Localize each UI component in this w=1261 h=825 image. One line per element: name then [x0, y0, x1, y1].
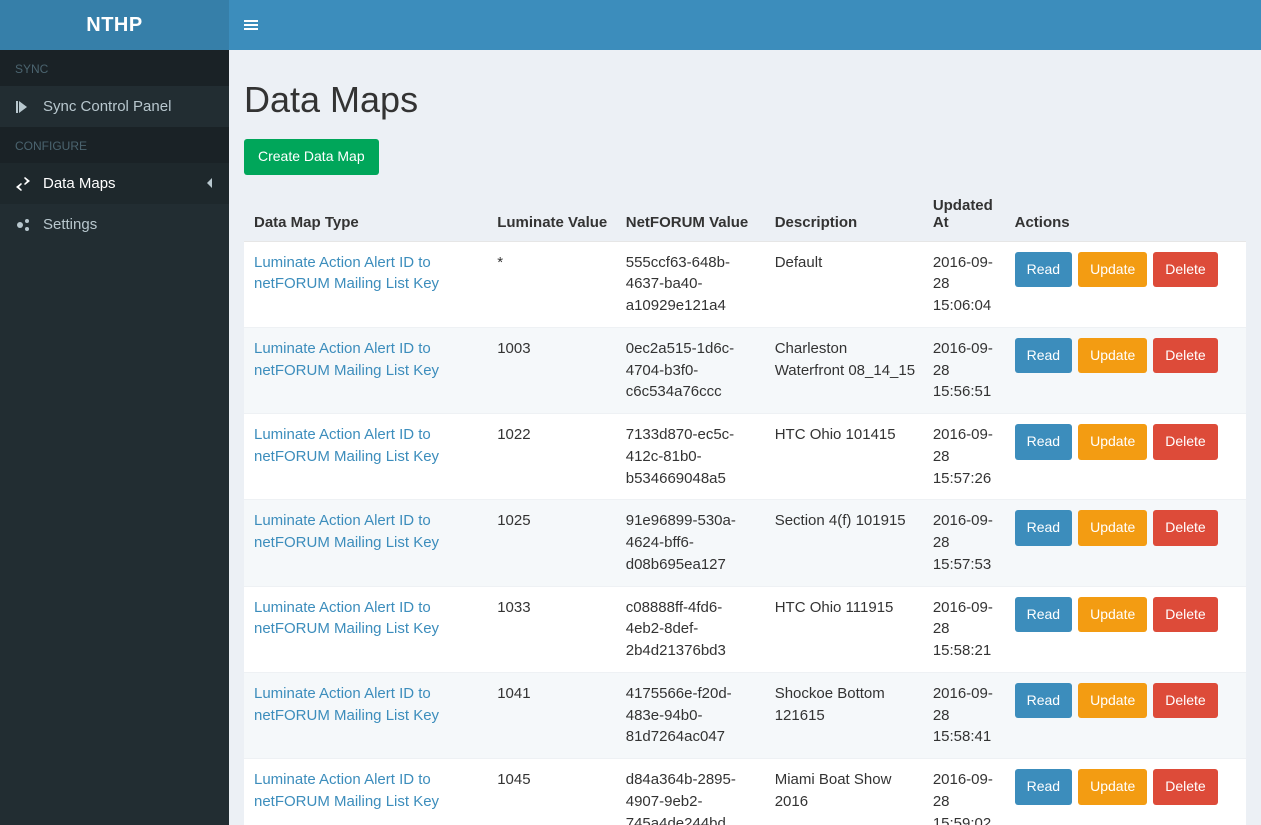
create-data-map-button[interactable]: Create Data Map [244, 139, 379, 175]
delete-button[interactable]: Delete [1153, 252, 1217, 288]
data-map-type-link[interactable]: Luminate Action Alert ID to netFORUM Mai… [254, 426, 439, 465]
cell-description: Shockoe Bottom 121615 [767, 672, 925, 758]
read-button[interactable]: Read [1015, 338, 1072, 374]
chevron-left-icon [206, 177, 214, 191]
sidebar-item-label: Data Maps [43, 175, 206, 192]
cell-netforum-value: 0ec2a515-1d6c-4704-b3f0-c6c534a76ccc [618, 327, 767, 413]
sidebar-item-label: Sync Control Panel [43, 98, 214, 115]
cell-netforum-value: 555ccf63-648b-4637-ba40-a10929e121a4 [618, 241, 767, 327]
table-row: Luminate Action Alert ID to netFORUM Mai… [244, 327, 1246, 413]
data-map-type-link[interactable]: Luminate Action Alert ID to netFORUM Mai… [254, 685, 439, 724]
data-map-type-link[interactable]: Luminate Action Alert ID to netFORUM Mai… [254, 771, 439, 810]
cell-description: Section 4(f) 101915 [767, 500, 925, 586]
delete-button[interactable]: Delete [1153, 510, 1217, 546]
delete-button[interactable]: Delete [1153, 597, 1217, 633]
table-row: Luminate Action Alert ID to netFORUM Mai… [244, 759, 1246, 825]
update-button[interactable]: Update [1078, 683, 1147, 719]
cell-updated-at: 2016-09-28 15:58:41 [925, 672, 1007, 758]
cell-updated-at: 2016-09-28 15:57:26 [925, 414, 1007, 500]
col-header-luminate: Luminate Value [489, 187, 618, 242]
delete-button[interactable]: Delete [1153, 769, 1217, 805]
update-button[interactable]: Update [1078, 510, 1147, 546]
table-row: Luminate Action Alert ID to netFORUM Mai… [244, 672, 1246, 758]
cell-updated-at: 2016-09-28 15:58:21 [925, 586, 1007, 672]
cell-luminate-value: * [489, 241, 618, 327]
update-button[interactable]: Update [1078, 338, 1147, 374]
read-button[interactable]: Read [1015, 769, 1072, 805]
cell-description: Default [767, 241, 925, 327]
cell-description: Charleston Waterfront 08_14_15 [767, 327, 925, 413]
delete-button[interactable]: Delete [1153, 338, 1217, 374]
cell-actions: ReadUpdateDelete [1007, 241, 1246, 327]
sidebar-item-sync-control-panel[interactable]: Sync Control Panel [0, 86, 229, 127]
cell-actions: ReadUpdateDelete [1007, 500, 1246, 586]
table-row: Luminate Action Alert ID to netFORUM Mai… [244, 241, 1246, 327]
cell-actions: ReadUpdateDelete [1007, 586, 1246, 672]
table-header-row: Data Map Type Luminate Value NetFORUM Va… [244, 187, 1246, 242]
data-map-type-link[interactable]: Luminate Action Alert ID to netFORUM Mai… [254, 512, 439, 551]
read-button[interactable]: Read [1015, 252, 1072, 288]
data-map-type-link[interactable]: Luminate Action Alert ID to netFORUM Mai… [254, 254, 439, 293]
update-button[interactable]: Update [1078, 252, 1147, 288]
bars-icon [244, 18, 258, 32]
update-button[interactable]: Update [1078, 769, 1147, 805]
sidebar-item-data-maps[interactable]: Data Maps [0, 163, 229, 204]
col-header-description: Description [767, 187, 925, 242]
cell-luminate-value: 1003 [489, 327, 618, 413]
step-forward-icon [15, 100, 35, 114]
data-map-type-link[interactable]: Luminate Action Alert ID to netFORUM Mai… [254, 340, 439, 379]
table-row: Luminate Action Alert ID to netFORUM Mai… [244, 414, 1246, 500]
cell-description: HTC Ohio 101415 [767, 414, 925, 500]
sidebar-group-sync: SYNC [0, 50, 229, 86]
cell-netforum-value: 4175566e-f20d-483e-94b0-81d7264ac047 [618, 672, 767, 758]
col-header-netforum: NetFORUM Value [618, 187, 767, 242]
content: Data Maps Create Data Map Data Map Type … [229, 50, 1261, 825]
cell-netforum-value: d84a364b-2895-4907-9eb2-745a4de244bd [618, 759, 767, 825]
sidebar: SYNC Sync Control Panel CONFIGURE Data M… [0, 50, 229, 825]
col-header-type: Data Map Type [244, 187, 489, 242]
cell-netforum-value: 91e96899-530a-4624-bff6-d08b695ea127 [618, 500, 767, 586]
update-button[interactable]: Update [1078, 597, 1147, 633]
cell-updated-at: 2016-09-28 15:56:51 [925, 327, 1007, 413]
data-map-type-link[interactable]: Luminate Action Alert ID to netFORUM Mai… [254, 599, 439, 638]
cell-actions: ReadUpdateDelete [1007, 327, 1246, 413]
cell-description: HTC Ohio 111915 [767, 586, 925, 672]
read-button[interactable]: Read [1015, 424, 1072, 460]
sidebar-item-settings[interactable]: Settings [0, 204, 229, 245]
delete-button[interactable]: Delete [1153, 683, 1217, 719]
cell-netforum-value: 7133d870-ec5c-412c-81b0-b534669048a5 [618, 414, 767, 500]
col-header-updated-at: Updated At [925, 187, 1007, 242]
read-button[interactable]: Read [1015, 683, 1072, 719]
exchange-icon [15, 177, 35, 191]
cell-luminate-value: 1025 [489, 500, 618, 586]
read-button[interactable]: Read [1015, 597, 1072, 633]
page-title: Data Maps [244, 79, 1246, 121]
col-header-actions: Actions [1007, 187, 1246, 242]
delete-button[interactable]: Delete [1153, 424, 1217, 460]
data-maps-table: Data Map Type Luminate Value NetFORUM Va… [244, 187, 1246, 825]
sidebar-toggle[interactable] [244, 18, 258, 32]
cell-updated-at: 2016-09-28 15:59:02 [925, 759, 1007, 825]
cell-luminate-value: 1022 [489, 414, 618, 500]
cell-luminate-value: 1045 [489, 759, 618, 825]
topbar [229, 0, 1261, 50]
cell-luminate-value: 1041 [489, 672, 618, 758]
table-row: Luminate Action Alert ID to netFORUM Mai… [244, 586, 1246, 672]
cell-updated-at: 2016-09-28 15:06:04 [925, 241, 1007, 327]
cell-actions: ReadUpdateDelete [1007, 414, 1246, 500]
read-button[interactable]: Read [1015, 510, 1072, 546]
cell-description: Miami Boat Show 2016 [767, 759, 925, 825]
cell-luminate-value: 1033 [489, 586, 618, 672]
cell-actions: ReadUpdateDelete [1007, 759, 1246, 825]
cell-netforum-value: c08888ff-4fd6-4eb2-8def-2b4d21376bd3 [618, 586, 767, 672]
cell-updated-at: 2016-09-28 15:57:53 [925, 500, 1007, 586]
sidebar-group-configure: CONFIGURE [0, 127, 229, 163]
sidebar-item-label: Settings [43, 216, 214, 233]
update-button[interactable]: Update [1078, 424, 1147, 460]
cell-actions: ReadUpdateDelete [1007, 672, 1246, 758]
cogs-icon [15, 217, 35, 233]
table-row: Luminate Action Alert ID to netFORUM Mai… [244, 500, 1246, 586]
brand-logo[interactable]: NTHP [0, 0, 229, 50]
